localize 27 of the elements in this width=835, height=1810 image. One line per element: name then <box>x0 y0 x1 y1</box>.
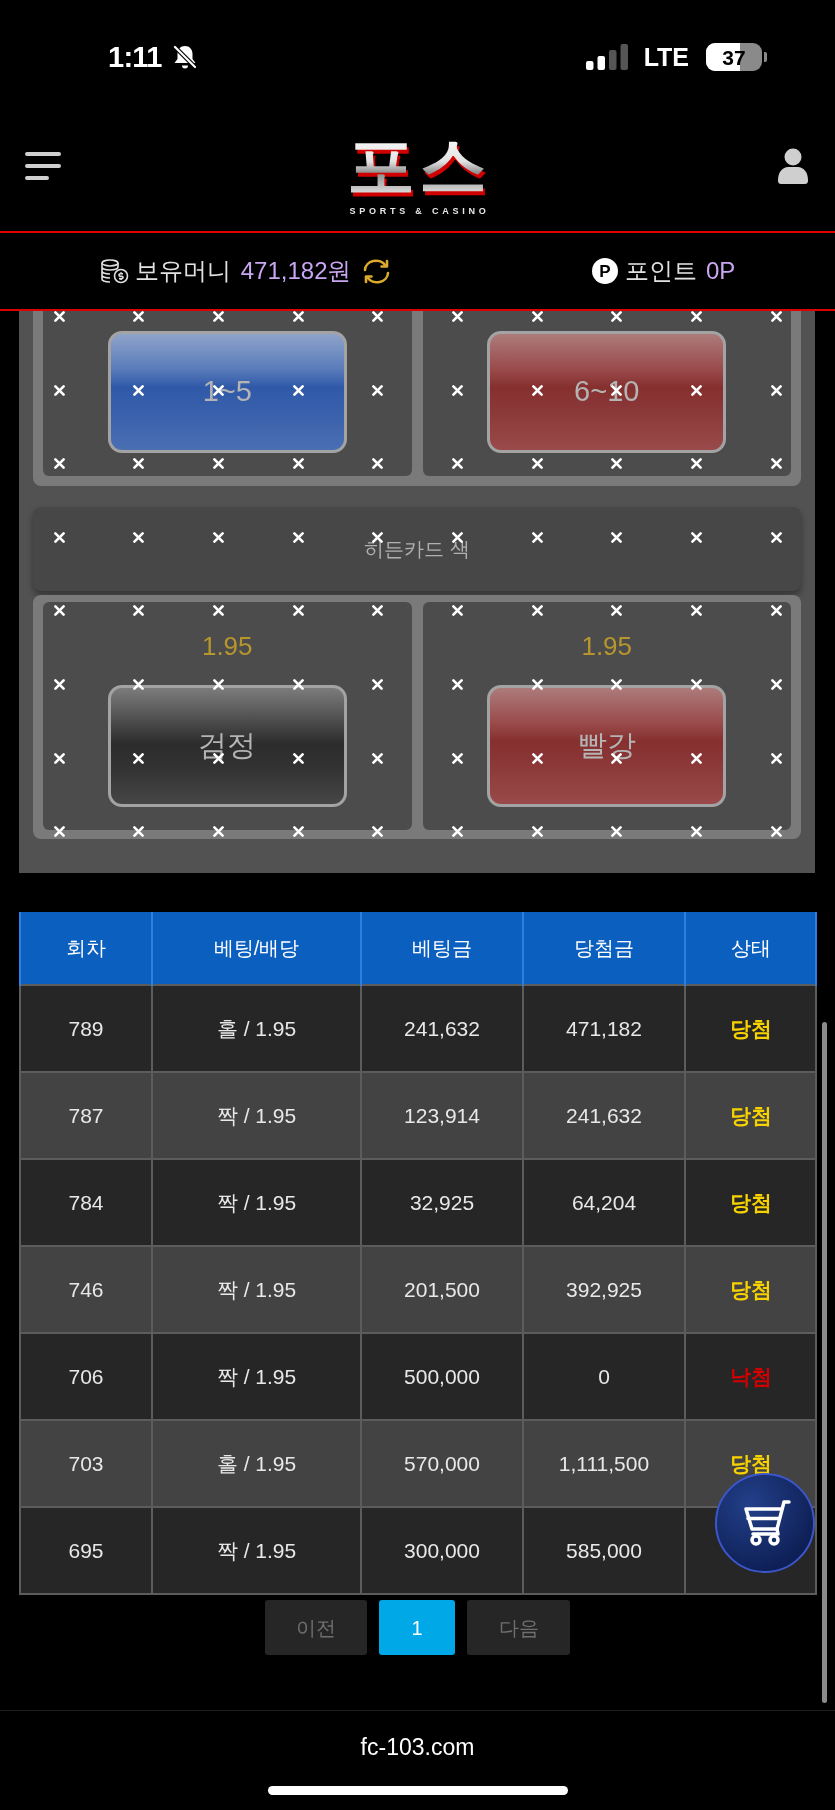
table-cell: 585,000 <box>523 1507 685 1594</box>
table-cell: 300,000 <box>361 1507 523 1594</box>
bet-option-button[interactable]: 검정 <box>107 685 347 807</box>
bet-option-button[interactable]: 6~10 <box>487 331 727 453</box>
menu-icon[interactable] <box>25 151 61 180</box>
table-cell: 짝 / 1.95 <box>152 1507 361 1594</box>
odds-value: 1.95 <box>581 631 633 661</box>
points-label: 포인트 <box>624 259 697 283</box>
network-type: LTE <box>643 44 689 70</box>
points-amount: 0P <box>705 259 736 283</box>
scrollbar[interactable] <box>822 1022 827 1703</box>
signal-icon <box>585 44 628 70</box>
balance-amount: 471,182원 <box>240 259 352 283</box>
bet-option-button[interactable]: 1~5 <box>107 331 347 453</box>
table-cell: 789 <box>20 985 152 1072</box>
section-title: 히든카드 색 <box>33 507 801 591</box>
coins-icon <box>99 258 129 284</box>
table-cell: 695 <box>20 1507 152 1594</box>
battery-percentage: 37 <box>722 46 746 68</box>
balance-label: 보유머니 <box>134 259 231 283</box>
logo-tagline: SPORTS & CASINO <box>349 207 490 216</box>
person-icon[interactable] <box>778 147 808 184</box>
clock-time: 1:11 <box>108 42 162 72</box>
points-badge: P <box>591 258 618 284</box>
bet-option-button[interactable]: 빨강 <box>487 685 727 807</box>
odds-value: 1.95 <box>201 631 253 661</box>
address-bar-url[interactable]: fc-103.com <box>360 1733 475 1761</box>
